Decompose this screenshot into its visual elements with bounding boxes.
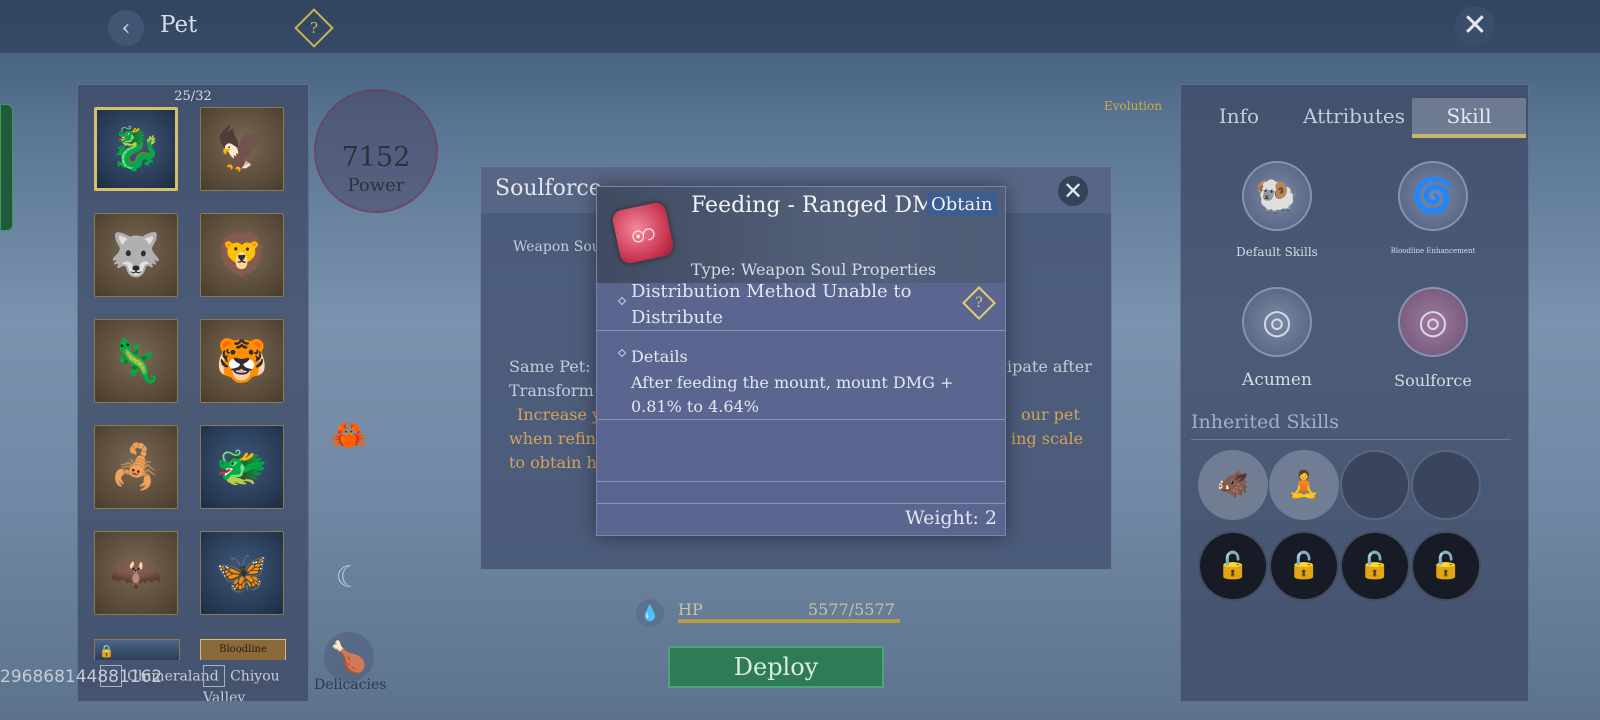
pet-portrait-icon: 🦅 bbox=[215, 124, 269, 173]
pet-portrait-icon: 🐺 bbox=[109, 230, 163, 279]
details-header: Details bbox=[631, 347, 688, 366]
pet-portrait-icon: 🐲 bbox=[215, 442, 269, 491]
question-icon: ? bbox=[975, 295, 983, 311]
inherited-skill-slot[interactable]: 🐗 bbox=[1198, 450, 1268, 520]
left-edge-tab[interactable] bbox=[0, 104, 13, 231]
pet-slot[interactable]: 🦁 bbox=[200, 213, 284, 297]
pet-portrait-icon: 🐉 bbox=[109, 124, 163, 173]
soulforce-title: Soulforce bbox=[495, 176, 602, 201]
refine-text: when refin bbox=[509, 429, 596, 448]
unlock-icon[interactable]: 🔓 bbox=[1411, 531, 1481, 601]
transform-text: Transform bbox=[509, 381, 594, 400]
inherited-skill-slot-empty[interactable] bbox=[1340, 450, 1410, 520]
pet-slot[interactable]: 🦎 bbox=[94, 319, 178, 403]
item-type: Type: Weapon Soul Properties bbox=[691, 260, 937, 279]
item-title: Feeding - Ranged DMG bbox=[691, 193, 953, 218]
tab-info[interactable]: Info bbox=[1182, 98, 1296, 134]
close-icon[interactable]: ✕ bbox=[1058, 176, 1088, 206]
crab-icon[interactable]: 🦀 bbox=[324, 410, 374, 460]
player-id: 296868144881162 bbox=[0, 667, 163, 687]
item-weight: Weight: 2 bbox=[905, 507, 997, 529]
top-bar bbox=[0, 0, 1600, 53]
weapon-soul-label: Weapon Sou bbox=[513, 239, 601, 255]
bullet-icon bbox=[617, 348, 627, 358]
region-checkbox[interactable] bbox=[203, 665, 225, 687]
close-icon[interactable]: ✕ bbox=[1455, 6, 1495, 46]
power-label: Power bbox=[347, 175, 405, 196]
tab-attributes[interactable]: Attributes bbox=[1297, 98, 1411, 134]
divider bbox=[597, 481, 1005, 482]
region-filter-chiyou-valley[interactable]: Chiyou Valley bbox=[203, 665, 308, 701]
lock-icon: 🔒 bbox=[99, 644, 114, 658]
divider bbox=[597, 419, 1005, 420]
skill-label-default: Default Skills bbox=[1236, 245, 1318, 259]
evolution-button[interactable]: Evolution bbox=[1104, 99, 1162, 113]
pet-slot[interactable]: 🐯 bbox=[200, 319, 284, 403]
inherited-skills-title: Inherited Skills bbox=[1191, 411, 1339, 433]
deploy-button[interactable]: Deploy bbox=[668, 646, 884, 688]
skill-label-acumen: Acumen bbox=[1242, 370, 1312, 390]
divider bbox=[597, 330, 1005, 331]
inherited-skill-slot-empty[interactable] bbox=[1411, 450, 1481, 520]
same-pet-text: Same Pet: F bbox=[509, 357, 607, 376]
dragon-icon[interactable]: 🌀 bbox=[1398, 161, 1468, 231]
droplet-icon: 💧 bbox=[636, 599, 664, 627]
skill-label-bloodline: Bloodline Enhancement bbox=[1390, 247, 1476, 255]
scroll-icon: ꩦ bbox=[610, 200, 676, 266]
delicacies-icon[interactable]: 🍗 bbox=[324, 632, 374, 682]
spiral-icon[interactable]: ◎ bbox=[1242, 287, 1312, 357]
bullet-icon bbox=[617, 296, 627, 306]
skill-label-soulforce: Soulforce bbox=[1394, 371, 1472, 390]
unlock-icon[interactable]: 🔓 bbox=[1269, 531, 1339, 601]
question-icon: ? bbox=[309, 19, 319, 37]
item-tooltip: ꩦ Feeding - Ranged DMG Obtain Type: Weap… bbox=[596, 186, 1006, 536]
obtain-button[interactable]: Obtain bbox=[927, 193, 997, 216]
unlock-icon[interactable]: 🔓 bbox=[1340, 531, 1410, 601]
pet-portrait-icon: 🦇 bbox=[109, 548, 163, 597]
spiral-pink-icon[interactable]: ◎ bbox=[1398, 287, 1468, 357]
inherited-skill-slot[interactable]: 🧘 bbox=[1269, 450, 1339, 520]
refine-text-right: ing scale bbox=[1011, 429, 1084, 448]
pet-portrait-icon: 🦁 bbox=[215, 230, 269, 279]
delicacies-label: Delicacies bbox=[314, 677, 387, 693]
pet-portrait-icon: 🐯 bbox=[215, 336, 269, 385]
unlock-icon[interactable]: 🔓 bbox=[1198, 531, 1268, 601]
power-value: 7152 bbox=[341, 142, 411, 173]
same-pet-text-right: ipate after bbox=[1007, 357, 1092, 376]
obtain-text: to obtain h bbox=[509, 453, 597, 472]
hp-label: HP bbox=[678, 600, 703, 619]
hp-value: 5577/5577 bbox=[808, 600, 895, 619]
help-button[interactable]: ? bbox=[962, 286, 996, 320]
pet-count: 25/32 bbox=[174, 89, 212, 104]
hp-bar bbox=[678, 619, 900, 623]
pet-slot[interactable]: 🦂 bbox=[94, 425, 178, 509]
page-title: Pet bbox=[160, 12, 198, 38]
pet-portrait-icon: 🦂 bbox=[109, 442, 163, 491]
ram-icon[interactable]: 🐏 bbox=[1242, 161, 1312, 231]
back-icon: ‹ bbox=[121, 15, 131, 41]
divider bbox=[597, 503, 1005, 504]
pet-slot[interactable]: 🦅 bbox=[200, 107, 284, 191]
pet-slot[interactable]: 🦋 bbox=[200, 531, 284, 615]
details-text: After feeding the mount, mount DMG + 0.8… bbox=[631, 373, 954, 416]
pet-slot[interactable]: 🦇 bbox=[94, 531, 178, 615]
detail-panel: Info Attributes Skill 🐏 Default Skills 🌀… bbox=[1180, 84, 1529, 702]
increase-text: Increase y bbox=[517, 405, 602, 424]
pet-slot[interactable]: 🐲 bbox=[200, 425, 284, 509]
distribution-method: Distribution Method Unable to Distribute bbox=[631, 281, 912, 328]
tab-skill[interactable]: Skill bbox=[1412, 98, 1526, 138]
pet-slot-partial[interactable]: 🔒 bbox=[94, 639, 180, 660]
pet-portrait-icon: 🦎 bbox=[109, 336, 163, 385]
moon-icon[interactable]: ☾ bbox=[324, 552, 374, 602]
bloodline-tag: Bloodline bbox=[200, 639, 286, 660]
increase-text-right: our pet bbox=[1021, 405, 1080, 424]
pet-list-panel: 25/32 🐉 🦅 🐺 🦁 🦎 🐯 🦂 🐲 🦇 🦋 🔒 Bloodline Chimeraland… bbox=[77, 84, 309, 702]
divider bbox=[1191, 439, 1511, 440]
back-button[interactable]: ‹ bbox=[108, 10, 144, 46]
item-icon-frame: ꩦ bbox=[607, 197, 679, 269]
pet-slot[interactable]: 🐉 bbox=[94, 107, 178, 191]
pet-portrait-icon: 🦋 bbox=[215, 548, 269, 597]
pet-slot[interactable]: 🐺 bbox=[94, 213, 178, 297]
